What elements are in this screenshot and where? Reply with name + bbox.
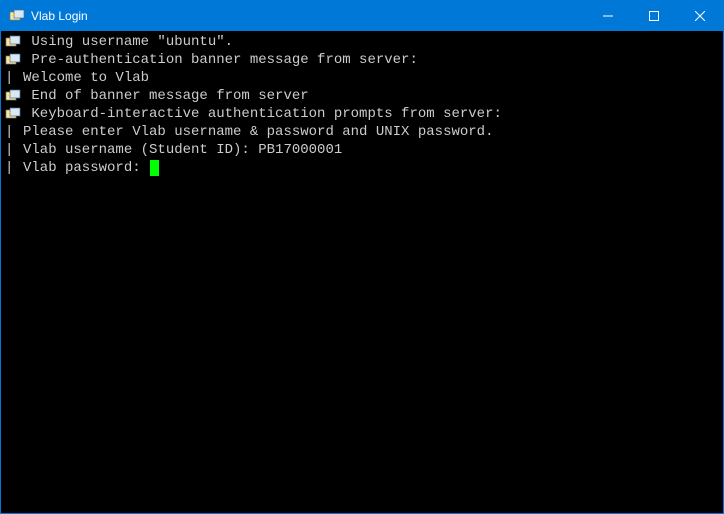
terminal-line: | Please enter Vlab username & password …	[5, 123, 719, 141]
pipe-prefix: |	[5, 123, 23, 141]
terminal-text: Vlab username (Student ID): PB17000001	[23, 141, 342, 159]
terminal-line: | Vlab password:	[5, 159, 719, 177]
terminal-text: Keyboard-interactive authentication prom…	[23, 105, 502, 123]
terminal-text: Welcome to Vlab	[23, 69, 149, 87]
pipe-prefix: |	[5, 69, 23, 87]
terminal-line: Keyboard-interactive authentication prom…	[5, 105, 719, 123]
minimize-button[interactable]	[585, 1, 631, 31]
ssh-prompt-icon	[5, 52, 21, 68]
app-icon	[9, 8, 25, 24]
terminal-cursor	[150, 160, 159, 176]
window-title: Vlab Login	[31, 9, 585, 23]
terminal-line: Using username "ubuntu".	[5, 33, 719, 51]
terminal-body[interactable]: Using username "ubuntu". Pre-authenticat…	[1, 31, 723, 513]
titlebar[interactable]: Vlab Login	[1, 1, 723, 31]
window-controls	[585, 1, 723, 31]
terminal-line: | Vlab username (Student ID): PB17000001	[5, 141, 719, 159]
terminal-line: End of banner message from server	[5, 87, 719, 105]
terminal-text: Please enter Vlab username & password an…	[23, 123, 493, 141]
terminal-window: Vlab Login Using username "ubuntu". Pre-…	[0, 0, 724, 514]
terminal-text: End of banner message from server	[23, 87, 309, 105]
terminal-text: Pre-authentication banner message from s…	[23, 51, 418, 69]
ssh-prompt-icon	[5, 88, 21, 104]
terminal-line: | Welcome to Vlab	[5, 69, 719, 87]
close-button[interactable]	[677, 1, 723, 31]
ssh-prompt-icon	[5, 106, 21, 122]
terminal-text: Vlab password:	[23, 159, 149, 177]
terminal-text: Using username "ubuntu".	[23, 33, 233, 51]
terminal-line: Pre-authentication banner message from s…	[5, 51, 719, 69]
pipe-prefix: |	[5, 159, 23, 177]
maximize-button[interactable]	[631, 1, 677, 31]
ssh-prompt-icon	[5, 34, 21, 50]
pipe-prefix: |	[5, 141, 23, 159]
